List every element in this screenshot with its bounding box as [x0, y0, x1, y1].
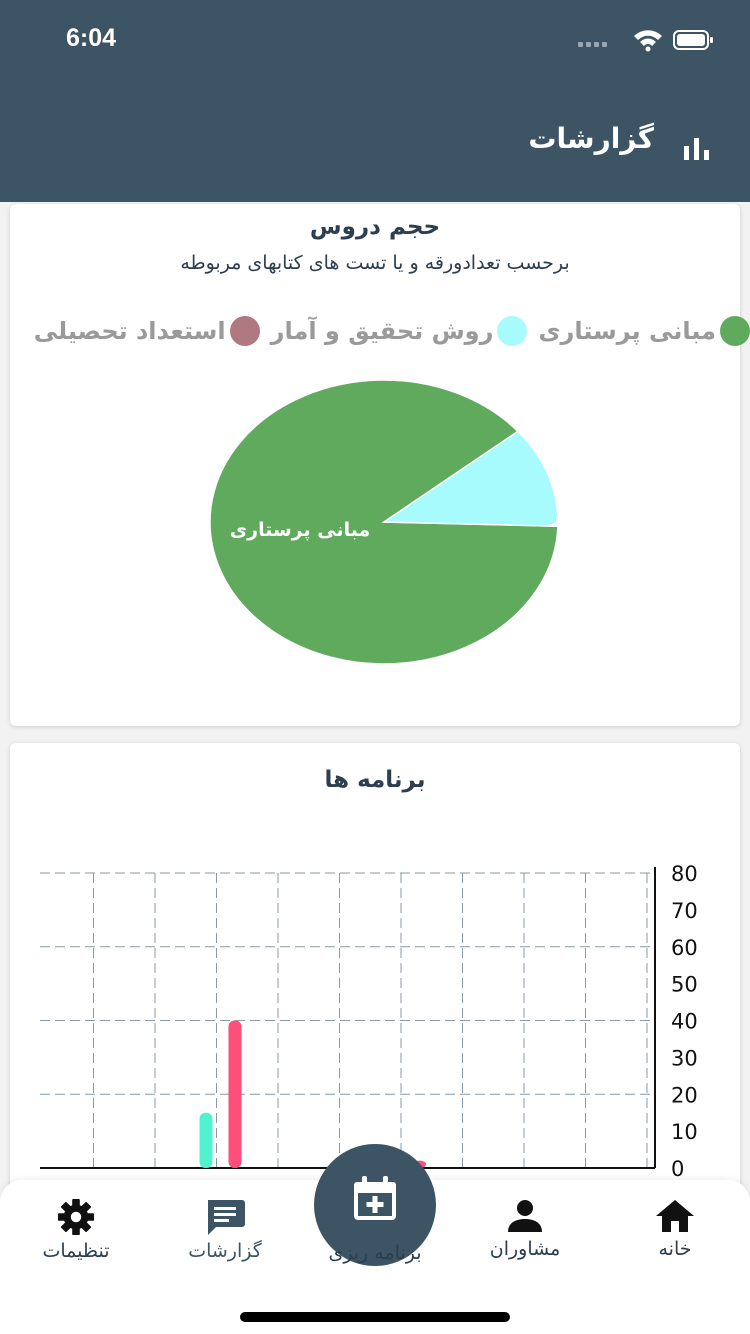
nav-reports[interactable]: گزارشات — [165, 1198, 285, 1262]
pie-data-label: روش تحقیق و آمار — [549, 503, 726, 527]
person-icon — [508, 1200, 542, 1232]
y-tick-label: 0 — [671, 1157, 684, 1181]
nav-home-label: خانه — [658, 1238, 692, 1260]
nav-planning-label: برنامه ریزی — [328, 1242, 422, 1264]
y-tick-label: 20 — [671, 1083, 698, 1107]
wifi-icon — [634, 30, 662, 52]
status-time: 6:04 — [66, 24, 117, 52]
app-header: 6:04 گزارشات — [0, 0, 750, 202]
pie-chart: مبانی پرستاری روش تحقیق و آمار — [209, 379, 726, 665]
nav-advisors-label: مشاوران — [489, 1238, 561, 1260]
calendar-plus-icon — [354, 1176, 396, 1220]
page-title: گزارشات — [528, 122, 654, 155]
nav-advisors[interactable]: مشاوران — [465, 1198, 585, 1260]
chat-icon — [208, 1200, 245, 1235]
y-tick-label: 70 — [671, 899, 698, 923]
y-tick-label: 30 — [671, 1046, 698, 1070]
pie-data-label: مبانی پرستاری — [230, 519, 371, 541]
bar-chart: 0 10 20 30 40 50 60 70 80 — [40, 862, 698, 1181]
nav-settings-label: تنظیمات — [42, 1240, 110, 1262]
y-tick-label: 60 — [671, 936, 698, 960]
pie-chart-card: حجم دروس برحسب تعدادورقه و یا تست های کت… — [10, 204, 750, 726]
y-tick-label: 50 — [671, 973, 698, 997]
gear-icon — [57, 1198, 95, 1236]
status-icons — [578, 30, 713, 52]
nav-home[interactable]: خانه — [615, 1198, 735, 1260]
bar[interactable] — [228, 1020, 242, 1169]
bar-chart-icon — [684, 138, 709, 160]
nav-settings[interactable]: تنظیمات — [16, 1198, 136, 1262]
home-icon — [656, 1200, 694, 1232]
y-tick-label: 40 — [671, 1010, 698, 1034]
signal-icon — [578, 42, 607, 47]
home-indicator — [240, 1312, 510, 1322]
y-tick-label: 10 — [671, 1120, 698, 1144]
nav-reports-label: گزارشات — [188, 1240, 262, 1262]
y-tick-label: 80 — [671, 862, 698, 886]
battery-icon — [673, 30, 713, 50]
bar[interactable] — [199, 1112, 213, 1168]
